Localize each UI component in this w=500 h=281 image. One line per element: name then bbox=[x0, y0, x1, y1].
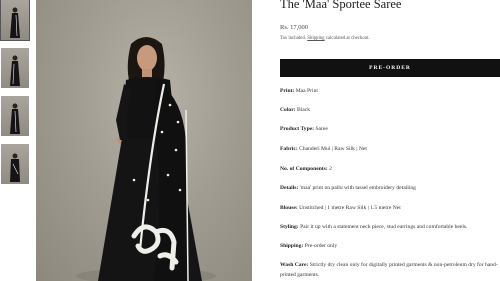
model-figure-icon bbox=[10, 7, 20, 38]
spec-styling: Styling: Pair it up with a statement nec… bbox=[280, 224, 468, 230]
spec-product-type: Product Type: Saree bbox=[280, 126, 328, 132]
model-in-saree-illustration bbox=[76, 37, 216, 281]
spec-value: Black bbox=[296, 107, 311, 113]
spec-details: Details: 'maa' print on pallu with tasse… bbox=[280, 185, 416, 191]
model-figure-icon bbox=[10, 55, 20, 86]
thumbnail-1[interactable] bbox=[0, 0, 30, 41]
spec-value: 2 bbox=[329, 166, 332, 172]
spec-fabric: Fabric: Chanderi Mul | Raw Silk | Net bbox=[280, 146, 367, 152]
thumbnail-gallery bbox=[0, 0, 32, 281]
spec-value: Strictly dry clean only for digitally pr… bbox=[280, 262, 498, 279]
thumbnail-4[interactable] bbox=[1, 144, 29, 184]
spec-label: Product Type: bbox=[280, 126, 315, 132]
product-price: Rs. 17,000 bbox=[280, 24, 308, 31]
spec-wash-care: Wash Care: Strictly dry clean only for d… bbox=[280, 260, 500, 280]
spec-label: Wash Care: bbox=[280, 262, 309, 268]
thumbnail-2[interactable] bbox=[1, 48, 29, 88]
spec-value: Saree bbox=[315, 126, 328, 132]
model-figure-icon bbox=[10, 153, 20, 182]
tax-note-prefix: Tax included. bbox=[280, 36, 307, 41]
spec-blouse: Blouse: Unstitched | 1 metre Raw Silk | … bbox=[280, 205, 401, 211]
spec-value: 'maa' print on pallu with tassel embroid… bbox=[299, 185, 416, 191]
spec-label: Details: bbox=[280, 185, 299, 191]
spec-label: Styling: bbox=[280, 224, 299, 230]
spec-value: Maa Print bbox=[295, 88, 318, 94]
spec-value: Unstitched | 1 metre Raw Silk | 1.5 metr… bbox=[299, 205, 401, 211]
model-figure-icon bbox=[10, 103, 20, 134]
spec-label: Color: bbox=[280, 107, 296, 113]
main-product-image[interactable] bbox=[36, 0, 252, 281]
tax-note-suffix: calculated at checkout. bbox=[325, 36, 370, 41]
spec-label: Blouse: bbox=[280, 205, 298, 211]
tax-note: Tax included. Shipping calculated at che… bbox=[280, 36, 370, 41]
spec-print: Print: Maa Print bbox=[280, 88, 318, 94]
spec-label: Shipping: bbox=[280, 243, 304, 249]
spec-label: Print: bbox=[280, 88, 295, 94]
thumbnail-3[interactable] bbox=[1, 96, 29, 136]
spec-value: Chanderi Mul | Raw Silk | Net bbox=[299, 146, 367, 152]
spec-label: Fabric: bbox=[280, 146, 298, 152]
product-page: The 'Maa' Sportee Saree Rs. 17,000 Tax i… bbox=[0, 0, 500, 281]
spec-value: Pre-order only bbox=[304, 243, 338, 249]
product-title: The 'Maa' Sportee Saree bbox=[280, 0, 402, 11]
shipping-link[interactable]: Shipping bbox=[307, 36, 324, 41]
spec-value: Pair it up with a statement neck piece, … bbox=[300, 224, 468, 230]
spec-label: No. of Components: bbox=[280, 166, 328, 172]
preorder-button[interactable]: PRE-ORDER bbox=[280, 59, 500, 77]
spec-color: Color: Black bbox=[280, 107, 310, 113]
spec-shipping: Shipping: Pre-order only bbox=[280, 243, 337, 249]
spec-components: No. of Components: 2 bbox=[280, 166, 332, 172]
